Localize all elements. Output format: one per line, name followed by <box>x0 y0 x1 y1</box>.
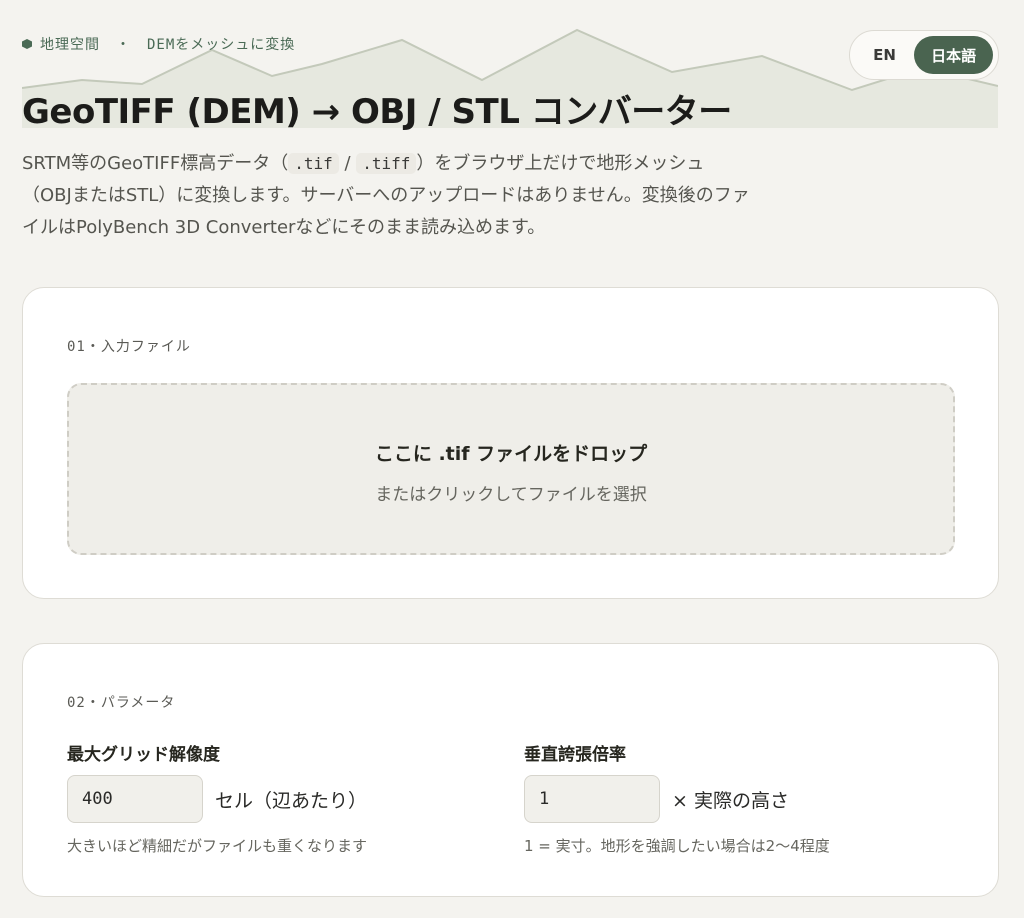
dropzone-title: ここに .tif ファイルをドロップ <box>374 443 648 465</box>
vertical-exaggeration-param: 垂直誇張倍率 × 実際の高さ 1 = 実寸。地形を強調したい場合は2〜4程度 <box>524 740 830 856</box>
section-label-input: 01・入力ファイル <box>67 339 191 355</box>
grid-resolution-label: 最大グリッド解像度 <box>67 745 220 765</box>
tiff-extension: .tiff <box>356 153 417 174</box>
vertical-exaggeration-input[interactable] <box>524 775 660 823</box>
vertical-exaggeration-unit: × 実際の高さ <box>672 789 789 812</box>
intro-slash: / <box>338 153 357 174</box>
hexagon-icon <box>22 39 32 49</box>
eyebrow-category: 地理空間 <box>40 37 100 53</box>
grid-resolution-help: 大きいほど精細だがファイルも重くなります <box>67 837 368 855</box>
intro-description: SRTM等のGeoTIFF標高データ（ .tif / .tiff ）をブラウザ上だけ… <box>22 148 752 244</box>
vertical-exaggeration-help: 1 = 実寸。地形を強調したい場合は2〜4程度 <box>524 837 830 855</box>
vertical-exaggeration-label: 垂直誇張倍率 <box>524 745 626 765</box>
eyebrow-separator: ・ <box>116 37 131 53</box>
parameters-card: 02・パラメータ 最大グリッド解像度 セル（辺あたり） 大きいほど精細だがファイ… <box>22 643 999 897</box>
file-dropzone[interactable]: ここに .tif ファイルをドロップ またはクリックしてファイルを選択 <box>67 383 955 555</box>
intro-text-1: SRTM等のGeoTIFF標高データ（ <box>22 153 289 174</box>
input-file-card: 01・入力ファイル ここに .tif ファイルをドロップ またはクリックしてファ… <box>22 287 999 599</box>
page-title: GeoTIFF (DEM) → OBJ / STL コンバーター <box>22 92 732 132</box>
grid-resolution-unit: セル（辺あたり） <box>215 789 368 812</box>
eyebrow: 地理空間 ・ DEMをメッシュに変換 <box>22 34 295 54</box>
section-label-params: 02・パラメータ <box>67 695 176 711</box>
lang-en-button[interactable]: EN <box>855 36 914 74</box>
grid-resolution-input[interactable] <box>67 775 203 823</box>
lang-ja-button[interactable]: 日本語 <box>914 36 993 74</box>
dropzone-subtitle: またはクリックしてファイルを選択 <box>375 485 647 505</box>
tif-extension: .tif <box>288 153 339 174</box>
language-switch: EN 日本語 <box>849 30 999 80</box>
grid-resolution-param: 最大グリッド解像度 セル（辺あたり） 大きいほど精細だがファイルも重くなります <box>67 740 367 856</box>
eyebrow-subtitle: DEMをメッシュに変換 <box>147 37 296 53</box>
